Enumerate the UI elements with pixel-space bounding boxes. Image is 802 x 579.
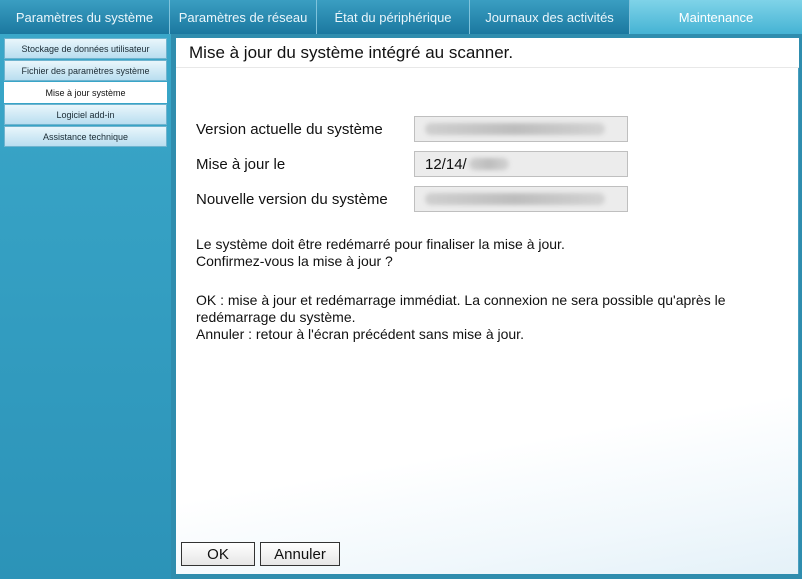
current-version-row: Version actuelle du système <box>196 116 628 142</box>
redacted-value <box>468 158 509 170</box>
top-tab-bar: Paramètres du système Paramètres de rése… <box>0 0 802 34</box>
update-date-row: Mise à jour le 12/14/ <box>196 151 628 177</box>
new-version-label: Nouvelle version du système <box>196 190 388 208</box>
sidebar-item-system-update[interactable]: Mise à jour système <box>4 82 167 103</box>
tab-device-status[interactable]: État du périphérique <box>317 0 470 34</box>
redacted-value <box>425 193 605 205</box>
app-frame: Paramètres du système Paramètres de rése… <box>0 0 802 579</box>
sidebar: Stockage de données utilisateur Fichier … <box>0 34 171 579</box>
new-version-field <box>414 186 628 212</box>
ok-explanation-line-1: OK : mise à jour et redémarrage immédiat… <box>196 292 726 308</box>
page-title: Mise à jour du système intégré au scanne… <box>176 38 799 68</box>
sidebar-item-user-data-storage[interactable]: Stockage de données utilisateur <box>4 38 167 59</box>
tab-network-settings[interactable]: Paramètres de réseau <box>170 0 317 34</box>
update-date-value: 12/14/ <box>425 155 467 173</box>
main-panel: Mise à jour du système intégré au scanne… <box>176 38 799 574</box>
sidebar-item-technical-support[interactable]: Assistance technique <box>4 126 167 147</box>
update-date-label: Mise à jour le <box>196 155 286 173</box>
redacted-value <box>425 123 605 135</box>
sidebar-item-add-in-software[interactable]: Logiciel add-in <box>4 104 167 125</box>
tab-maintenance[interactable]: Maintenance <box>630 0 802 34</box>
sidebar-item-system-settings-file[interactable]: Fichier des paramètres système <box>4 60 167 81</box>
update-date-field: 12/14/ <box>414 151 628 177</box>
tab-system-settings[interactable]: Paramètres du système <box>0 0 170 34</box>
ok-button[interactable]: OK <box>181 542 255 566</box>
cancel-explanation: Annuler : retour à l'écran précédent san… <box>196 326 524 342</box>
current-version-field <box>414 116 628 142</box>
restart-notice-line-2: Confirmez-vous la mise à jour ? <box>196 253 393 269</box>
restart-notice-line-1: Le système doit être redémarré pour fina… <box>196 236 565 252</box>
restart-notice: Le système doit être redémarré pour fina… <box>196 236 796 270</box>
current-version-label: Version actuelle du système <box>196 120 383 138</box>
tab-activity-logs[interactable]: Journaux des activités <box>470 0 630 34</box>
button-explanation: OK : mise à jour et redémarrage immédiat… <box>196 292 802 343</box>
new-version-row: Nouvelle version du système <box>196 186 628 212</box>
ok-explanation-line-2: redémarrage du système. <box>196 309 356 325</box>
cancel-button[interactable]: Annuler <box>260 542 340 566</box>
